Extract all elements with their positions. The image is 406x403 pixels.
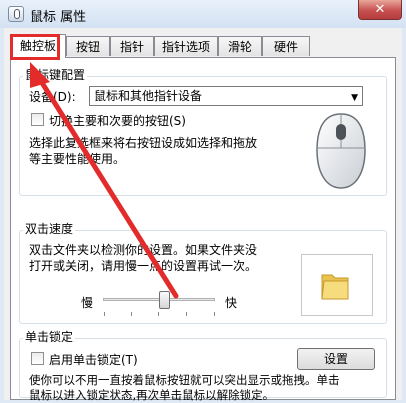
double-click-description-line-2: 打开或关闭，请用慢一点的设置再试一次。 — [29, 259, 258, 273]
slider-tick — [186, 312, 187, 316]
click-lock-checkbox[interactable] — [31, 352, 44, 365]
device-label: 设备(D): — [29, 90, 76, 104]
slider-tick — [158, 312, 159, 316]
double-click-speed-slider-thumb[interactable] — [159, 291, 171, 309]
tab-panel: 鼠标键配置 设备(D): 鼠标和其他指针设备 ▼ 切换主要和次要的按钮(S) 选… — [10, 57, 396, 402]
title-bar: 鼠标 属性 ✕ — [0, 0, 406, 28]
device-select-value: 鼠标和其他指针设备 — [94, 89, 203, 103]
mouse-illustration-icon — [316, 113, 366, 189]
test-folder-area[interactable] — [301, 254, 373, 316]
button-config-legend: 鼠标键配置 — [23, 66, 88, 83]
tab-buttons[interactable]: 按钮 — [66, 36, 110, 56]
click-lock-description-line-1: 使你可以不用一直按着鼠标按钮就可以突出显示或拖拽。单击 — [29, 373, 340, 387]
slow-label: 慢 — [81, 296, 94, 310]
switch-description-line-1: 选择此复选框来将右按钮设成如选择和拖放 — [29, 136, 258, 150]
click-lock-legend: 单击锁定 — [23, 328, 76, 345]
click-lock-settings-button[interactable]: 设置 — [297, 348, 375, 370]
switch-buttons-checkbox[interactable] — [31, 113, 44, 126]
slider-tick — [214, 312, 215, 316]
device-select[interactable]: 鼠标和其他指针设备 ▼ — [89, 86, 363, 106]
dialog-client-area: 触控板 按钮 指针 指针选项 滑轮 硬件 鼠标键配置 设备(D): 鼠标和其他指… — [4, 28, 402, 402]
double-click-legend: 双击速度 — [23, 220, 76, 237]
tab-pointers[interactable]: 指针 — [110, 36, 154, 56]
slider-tick — [104, 312, 105, 316]
tab-pointer-options[interactable]: 指针选项 — [154, 36, 218, 56]
tab-wheel[interactable]: 滑轮 — [218, 36, 262, 56]
click-lock-description-line-2: 鼠标以进入锁定状态,再次单击鼠标以解除锁定。 — [29, 388, 275, 402]
switch-buttons-label: 切换主要和次要的按钮(S) — [49, 114, 186, 128]
folder-icon — [321, 274, 349, 300]
annotation-highlight-box — [10, 34, 60, 60]
close-button[interactable]: ✕ — [358, 0, 402, 20]
mouse-app-icon — [8, 6, 24, 22]
dropdown-arrow-icon: ▼ — [351, 93, 358, 103]
tab-hardware[interactable]: 硬件 — [262, 36, 310, 56]
click-lock-label: 启用单击锁定(T) — [49, 353, 138, 367]
switch-description-line-2: 等主要性能使用。 — [29, 152, 126, 166]
fast-label: 快 — [225, 296, 238, 310]
slider-tick — [131, 312, 132, 316]
window-title: 鼠标 属性 — [30, 10, 87, 25]
double-click-description-line-1: 双击文件夹以检测你的设置。如果文件夹没 — [29, 243, 258, 257]
